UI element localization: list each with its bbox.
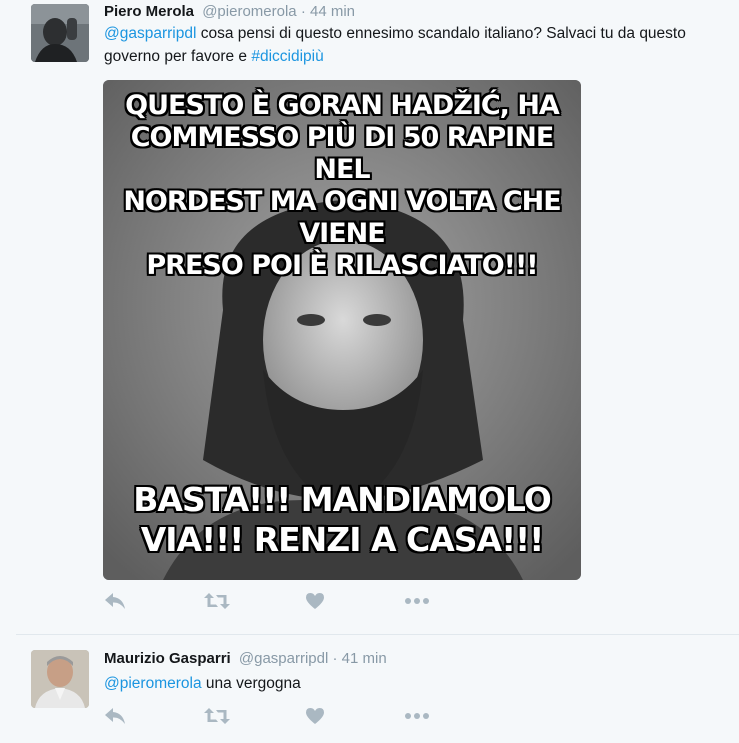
retweet-icon[interactable] bbox=[204, 592, 230, 614]
more-icon[interactable] bbox=[404, 707, 430, 729]
tweet-media-image[interactable]: QUESTO È GORAN HADŽIĆ, HA COMMESSO PIÙ D… bbox=[103, 80, 581, 580]
media-caption-bottom: BASTA!!! MANDIAMOLO VIA!!! RENZI A CASA!… bbox=[103, 480, 581, 560]
caption-line: PRESO POI È RILASCIATO!!! bbox=[146, 250, 538, 281]
tweet-header: Piero Merola @pieromerola · 44 min bbox=[104, 2, 355, 22]
tweet-text: @pieromerola una vergogna bbox=[104, 672, 724, 695]
reply-icon[interactable] bbox=[104, 592, 130, 614]
mention-link[interactable]: @gasparripdl bbox=[104, 25, 196, 42]
tweet-divider bbox=[16, 634, 739, 635]
separator-dot: · bbox=[300, 3, 306, 20]
avatar[interactable] bbox=[31, 650, 89, 708]
caption-line: COMMESSO PIÙ DI 50 RAPINE NEL bbox=[130, 122, 555, 185]
caption-line: QUESTO È GORAN HADŽIĆ, HA bbox=[125, 90, 560, 121]
caption-line: NORDEST MA OGNI VOLTA CHE VIENE bbox=[123, 186, 561, 249]
tweet-body-text: una vergogna bbox=[201, 675, 301, 692]
tweet-text: @gasparripdl cosa pensi di questo ennesi… bbox=[104, 22, 724, 68]
fullname[interactable]: Maurizio Gasparri bbox=[104, 650, 231, 667]
username[interactable]: @gasparripdl bbox=[239, 650, 328, 667]
avatar[interactable] bbox=[31, 4, 89, 62]
tweet[interactable]: Piero Merola @pieromerola · 44 min @gasp… bbox=[16, 0, 739, 634]
more-icon[interactable] bbox=[404, 592, 430, 614]
caption-line: VIA!!! RENZI A CASA!!! bbox=[140, 520, 545, 559]
media-caption-top: QUESTO È GORAN HADŽIĆ, HA COMMESSO PIÙ D… bbox=[103, 90, 581, 282]
like-icon[interactable] bbox=[305, 592, 331, 614]
tweet[interactable]: Maurizio Gasparri @gasparripdl · 41 min … bbox=[16, 635, 739, 743]
timestamp[interactable]: 41 min bbox=[342, 650, 387, 667]
tweet-header: Maurizio Gasparri @gasparripdl · 41 min bbox=[104, 649, 387, 669]
retweet-icon[interactable] bbox=[204, 707, 230, 729]
mention-link[interactable]: @pieromerola bbox=[104, 675, 202, 692]
like-icon[interactable] bbox=[305, 707, 331, 729]
caption-line: BASTA!!! MANDIAMOLO bbox=[133, 480, 552, 519]
fullname[interactable]: Piero Merola bbox=[104, 3, 194, 20]
hashtag-link[interactable]: #diccidipiù bbox=[251, 48, 323, 65]
timestamp[interactable]: 44 min bbox=[310, 3, 355, 20]
username[interactable]: @pieromerola bbox=[202, 3, 296, 20]
separator-dot: · bbox=[332, 650, 338, 667]
conversation-thread: Piero Merola @pieromerola · 44 min @gasp… bbox=[16, 0, 739, 743]
reply-icon[interactable] bbox=[104, 707, 130, 729]
